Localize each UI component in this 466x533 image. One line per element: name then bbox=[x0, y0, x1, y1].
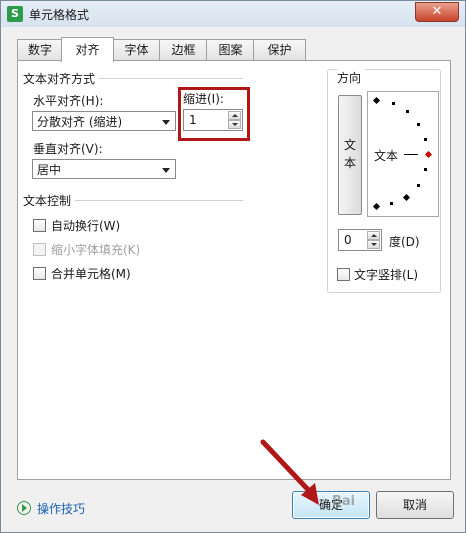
shrink-to-fit-label: 缩小字体填充(K) bbox=[51, 243, 141, 257]
tab-alignment[interactable]: 对齐 bbox=[61, 37, 114, 62]
degrees-label: 度(D) bbox=[389, 235, 420, 249]
dial-marker bbox=[424, 138, 427, 141]
tab-pattern[interactable]: 图案 bbox=[206, 39, 255, 60]
dial-marker bbox=[424, 168, 427, 171]
vertical-text-char: 本 bbox=[344, 156, 357, 170]
text-alignment-group-title: 文本对齐方式 bbox=[23, 70, 100, 87]
shrink-to-fit-checkbox bbox=[33, 243, 46, 256]
dial-marker bbox=[417, 184, 420, 187]
tab-font[interactable]: 字体 bbox=[112, 39, 161, 60]
horizontal-align-label: 水平对齐(H): bbox=[33, 94, 104, 108]
orientation-dial[interactable]: 文本 bbox=[367, 91, 439, 217]
dial-marker bbox=[372, 96, 381, 105]
merge-cells-checkbox[interactable] bbox=[33, 267, 46, 280]
wrap-text-label[interactable]: 自动换行(W) bbox=[51, 217, 120, 234]
degrees-spin-buttons bbox=[367, 231, 380, 249]
format-cells-dialog: S 单元格格式 ✕ 数字 对齐 字体 边框 图案 保护 文本对齐方式 水平对齐(… bbox=[0, 0, 466, 533]
tab-protection[interactable]: 保护 bbox=[253, 39, 306, 60]
dial-marker bbox=[406, 110, 409, 113]
dial-text: 文本 bbox=[374, 149, 399, 163]
cancel-button[interactable]: 取消 bbox=[376, 491, 454, 519]
vertical-align-value: 居中 bbox=[37, 163, 62, 177]
spin-down-icon[interactable] bbox=[367, 240, 380, 249]
dial-pointer bbox=[424, 150, 433, 159]
dial-marker bbox=[402, 193, 411, 202]
vertical-align-select[interactable]: 居中 bbox=[32, 159, 176, 179]
dial-marker bbox=[392, 102, 395, 105]
help-link-label[interactable]: 操作技巧 bbox=[37, 500, 85, 517]
wps-app-icon: S bbox=[7, 6, 23, 22]
wrap-text-checkbox[interactable] bbox=[33, 219, 46, 232]
chevron-down-icon bbox=[162, 120, 170, 125]
dial-marker bbox=[417, 123, 420, 126]
dial-line bbox=[404, 154, 418, 155]
watermark-text: Bai bbox=[332, 494, 356, 509]
title-bar: S 单元格格式 ✕ bbox=[1, 1, 465, 27]
dial-marker bbox=[390, 202, 393, 205]
orientation-group-title: 方向 bbox=[337, 69, 366, 86]
close-button[interactable]: ✕ bbox=[415, 2, 459, 22]
vertical-stack-label[interactable]: 文字竖排(L) bbox=[354, 266, 418, 283]
tab-border[interactable]: 边框 bbox=[159, 39, 208, 60]
merge-cells-label[interactable]: 合并单元格(M) bbox=[51, 265, 131, 282]
indent-annotation-box bbox=[178, 87, 250, 141]
vertical-text-char: 文 bbox=[344, 138, 357, 152]
spin-up-icon[interactable] bbox=[367, 231, 380, 240]
vertical-text-button[interactable]: 文 本 bbox=[338, 95, 362, 215]
vertical-align-label: 垂直对齐(V): bbox=[33, 142, 103, 156]
horizontal-align-select[interactable]: 分散对齐 (缩进) bbox=[32, 111, 176, 131]
dialog-title: 单元格格式 bbox=[29, 8, 90, 22]
text-control-group-title: 文本控制 bbox=[23, 192, 76, 209]
vertical-stack-checkbox[interactable] bbox=[337, 268, 350, 281]
degrees-spinner[interactable]: 0 bbox=[338, 229, 382, 251]
ok-button[interactable]: 确定 bbox=[292, 491, 370, 519]
close-icon: ✕ bbox=[431, 4, 443, 19]
play-icon bbox=[17, 501, 31, 515]
chevron-down-icon bbox=[162, 168, 170, 173]
degrees-value: 0 bbox=[344, 233, 352, 247]
horizontal-align-value: 分散对齐 (缩进) bbox=[37, 115, 123, 129]
tab-number[interactable]: 数字 bbox=[17, 39, 63, 60]
dial-marker bbox=[372, 202, 381, 211]
